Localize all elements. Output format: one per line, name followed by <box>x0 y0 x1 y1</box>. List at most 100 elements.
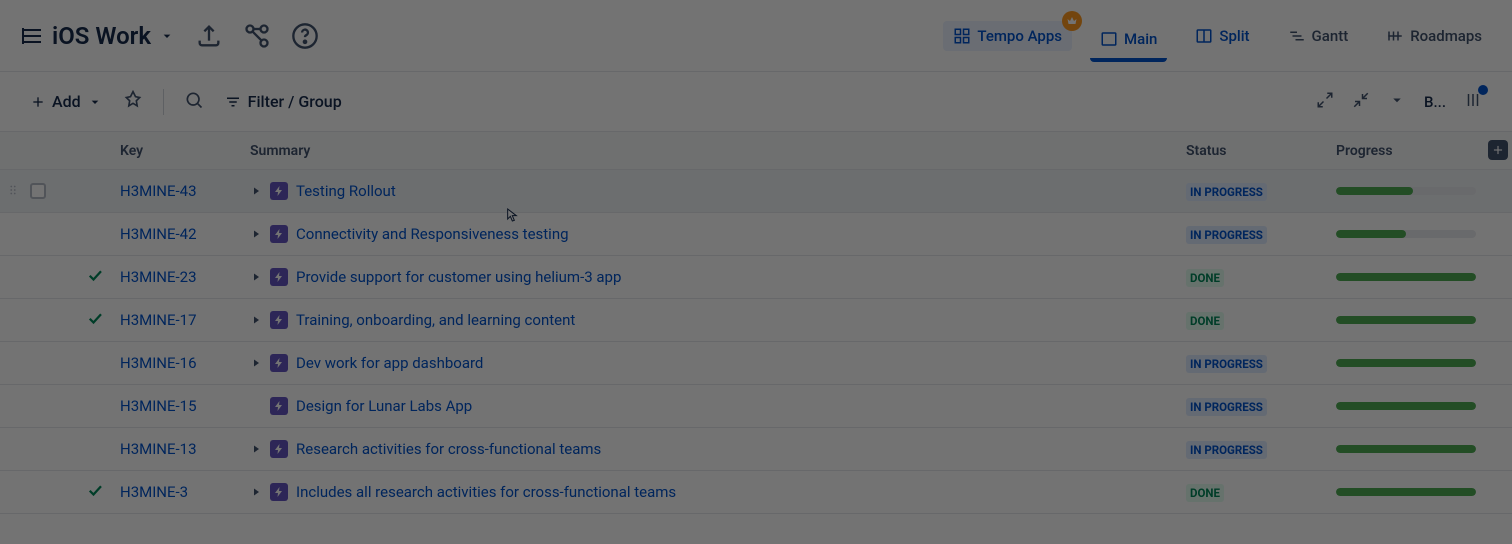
issue-key[interactable]: H3MINE-42 <box>120 225 250 243</box>
progress-bar <box>1336 316 1476 324</box>
issue-summary-cell: Includes all research activities for cro… <box>270 483 1186 501</box>
expand-row-button[interactable] <box>250 486 270 498</box>
epic-icon <box>270 483 288 501</box>
issue-summary-cell: Provide support for customer using heliu… <box>270 268 1186 286</box>
filter-group-button[interactable]: Filter / Group <box>224 92 342 111</box>
tab-split[interactable]: Split <box>1185 21 1259 51</box>
status-cell[interactable]: DONE <box>1186 310 1336 330</box>
issue-summary-text[interactable]: Design for Lunar Labs App <box>296 397 472 415</box>
issue-key[interactable]: H3MINE-43 <box>120 182 250 200</box>
expand-row-button[interactable] <box>250 228 270 240</box>
structure-icon <box>20 24 44 48</box>
issue-summary-text[interactable]: Testing Rollout <box>296 182 396 200</box>
filter-group-label: Filter / Group <box>248 92 342 111</box>
more-chevron-icon[interactable] <box>1388 91 1406 113</box>
table-row[interactable]: H3MINE-43 Testing Rollout IN PROGRESS <box>0 170 1512 213</box>
toolbar: Add Filter / Group B... <box>0 72 1512 132</box>
issue-key[interactable]: H3MINE-3 <box>120 483 250 501</box>
progress-bar <box>1336 230 1476 238</box>
issue-table-body: H3MINE-43 Testing RolloutIN PROGRESSH3MI… <box>0 170 1512 514</box>
table-row[interactable]: H3MINE-23 Provide support for customer u… <box>0 256 1512 299</box>
expand-row-button[interactable] <box>250 271 270 283</box>
epic-icon <box>270 268 288 286</box>
progress-bar <box>1336 445 1476 453</box>
status-cell[interactable]: IN PROGRESS <box>1186 439 1336 459</box>
status-badge: IN PROGRESS <box>1186 398 1267 416</box>
status-badge: DONE <box>1186 269 1224 287</box>
issue-key[interactable]: H3MINE-13 <box>120 440 250 458</box>
status-cell[interactable]: IN PROGRESS <box>1186 181 1336 201</box>
tab-roadmaps[interactable]: Roadmaps <box>1376 21 1492 51</box>
tab-roadmaps-label: Roadmaps <box>1410 27 1482 45</box>
expand-icon[interactable] <box>1316 91 1334 113</box>
crown-badge-icon <box>1062 11 1082 31</box>
board-title[interactable]: iOS Work <box>20 22 175 50</box>
progress-bar <box>1336 273 1476 281</box>
share-icon[interactable] <box>195 22 223 50</box>
pin-icon[interactable] <box>123 90 143 114</box>
table-row[interactable]: H3MINE-16 Dev work for app dashboard IN P… <box>0 342 1512 385</box>
link-icon[interactable] <box>243 22 271 50</box>
expand-row-button[interactable] <box>250 357 270 369</box>
issue-key[interactable]: H3MINE-15 <box>120 397 250 415</box>
status-cell[interactable]: IN PROGRESS <box>1186 396 1336 416</box>
issue-key[interactable]: H3MINE-17 <box>120 311 250 329</box>
progress-cell <box>1336 402 1512 410</box>
status-cell[interactable]: IN PROGRESS <box>1186 353 1336 373</box>
column-header-summary[interactable]: Summary <box>250 143 1186 159</box>
columns-settings-icon[interactable] <box>1464 91 1482 113</box>
issue-summary-cell: Training, onboarding, and learning conte… <box>270 311 1186 329</box>
expand-row-button[interactable] <box>250 314 270 326</box>
add-button[interactable]: Add <box>30 92 103 111</box>
epic-icon <box>270 225 288 243</box>
row-gutter <box>0 309 120 331</box>
progress-cell <box>1336 187 1512 195</box>
progress-bar <box>1336 402 1476 410</box>
issue-summary-text[interactable]: Includes all research activities for cro… <box>296 483 676 501</box>
status-badge: DONE <box>1186 484 1224 502</box>
help-icon[interactable] <box>291 22 319 50</box>
column-header-progress[interactable]: Progress <box>1336 143 1512 159</box>
epic-icon <box>270 354 288 372</box>
issue-summary-text[interactable]: Dev work for app dashboard <box>296 354 483 372</box>
top-header: iOS Work Tempo Apps Main Sp <box>0 0 1512 72</box>
table-row[interactable]: H3MINE-15 Design for Lunar Labs App IN PR… <box>0 385 1512 428</box>
status-cell[interactable]: DONE <box>1186 482 1336 502</box>
issue-summary-text[interactable]: Connectivity and Responsiveness testing <box>296 225 569 243</box>
truncated-button[interactable]: B... <box>1424 93 1446 111</box>
expand-row-button[interactable] <box>250 185 270 197</box>
status-cell[interactable]: IN PROGRESS <box>1186 224 1336 244</box>
tab-split-label: Split <box>1219 27 1249 45</box>
expand-row-button[interactable] <box>250 443 270 455</box>
issue-key[interactable]: H3MINE-23 <box>120 268 250 286</box>
row-checkbox[interactable] <box>30 183 46 199</box>
drag-handle-icon[interactable] <box>6 182 20 201</box>
status-cell[interactable]: DONE <box>1186 267 1336 287</box>
table-row[interactable]: H3MINE-42 Connectivity and Responsivenes… <box>0 213 1512 256</box>
issue-summary-cell: Testing Rollout <box>270 182 1186 200</box>
tab-tempo-apps[interactable]: Tempo Apps <box>943 21 1072 51</box>
epic-icon <box>270 182 288 200</box>
column-header-status[interactable]: Status <box>1186 143 1336 159</box>
issue-summary-text[interactable]: Research activities for cross-functional… <box>296 440 601 458</box>
issue-summary-text[interactable]: Training, onboarding, and learning conte… <box>296 311 575 329</box>
issue-summary-text[interactable]: Provide support for customer using heliu… <box>296 268 621 286</box>
table-row[interactable]: H3MINE-3 Includes all research activitie… <box>0 471 1512 514</box>
progress-cell <box>1336 273 1512 281</box>
column-header-key[interactable]: Key <box>120 143 250 159</box>
progress-cell <box>1336 359 1512 367</box>
table-row[interactable]: H3MINE-13 Research activities for cross-… <box>0 428 1512 471</box>
tab-main[interactable]: Main <box>1090 24 1167 62</box>
table-row[interactable]: H3MINE-17 Training, onboarding, and lear… <box>0 299 1512 342</box>
tab-gantt[interactable]: Gantt <box>1278 21 1359 51</box>
chevron-down-icon <box>159 28 175 44</box>
collapse-icon[interactable] <box>1352 91 1370 113</box>
search-button[interactable] <box>184 90 204 114</box>
add-column-button[interactable] <box>1488 140 1508 160</box>
row-gutter <box>0 182 120 201</box>
done-check-icon <box>86 309 104 331</box>
status-badge: DONE <box>1186 312 1224 330</box>
row-gutter <box>0 266 120 288</box>
add-button-label: Add <box>52 92 81 111</box>
issue-key[interactable]: H3MINE-16 <box>120 354 250 372</box>
